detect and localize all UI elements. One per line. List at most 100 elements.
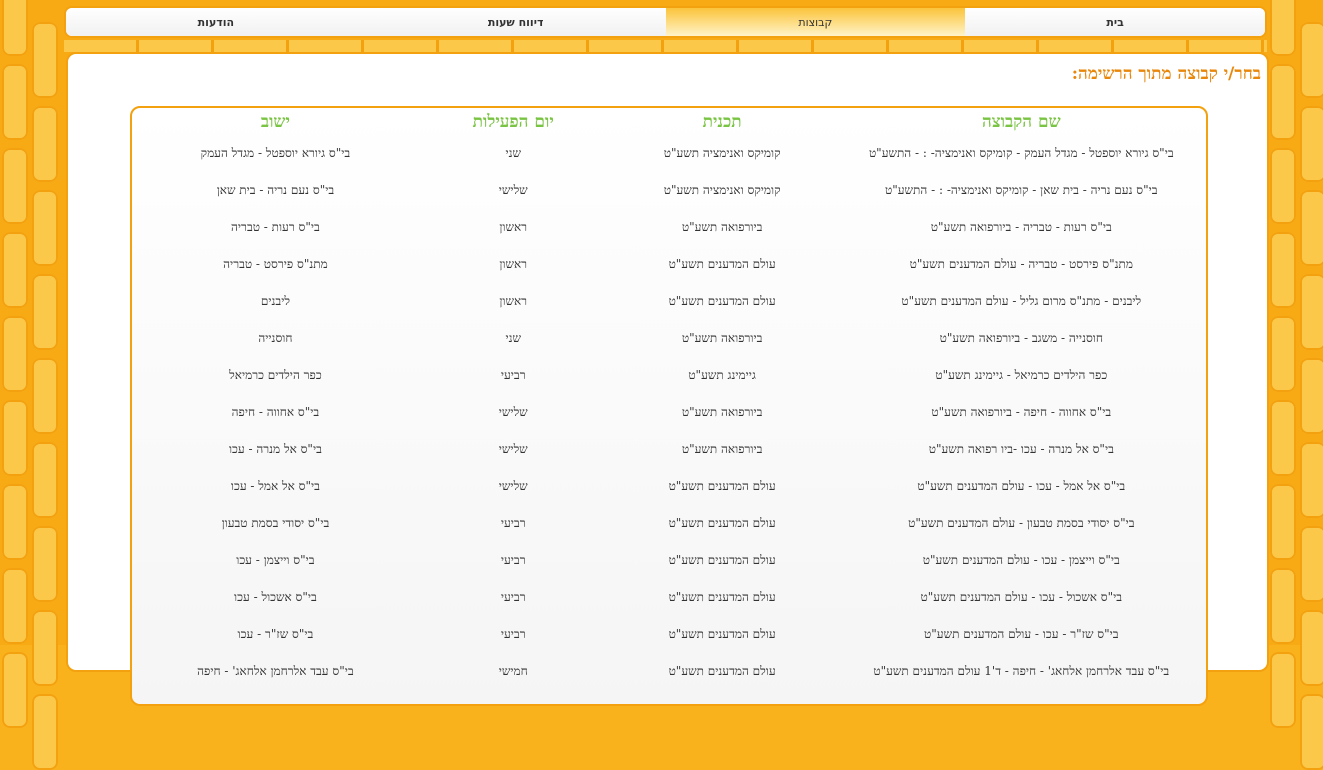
background-tile — [1300, 358, 1323, 434]
table-row[interactable]: בי"ס אשכול - עכו - עולם המדענים תשע"ט עול… — [132, 579, 1206, 616]
table-row[interactable]: בי"ס וייצמן - עכו - עולם המדענים תשע"ט עו… — [132, 542, 1206, 579]
background-tile — [1270, 652, 1296, 728]
cell-locality: בי"ס וייצמן - עכו — [236, 553, 315, 567]
cell-locality: מתנ"ס פירסט - טבריה — [223, 257, 328, 271]
background-tile — [1300, 190, 1323, 266]
background-tile — [1300, 610, 1323, 686]
cell-locality: בי"ס יסודי בסמת טבעון — [221, 516, 330, 530]
table-row[interactable]: בי"ס עבד אלרחמן אלחאג' - חיפה - ד'1 עולם… — [132, 653, 1206, 690]
cell-locality: בי"ס נעם נריה - בית שאן — [216, 183, 335, 197]
cell-locality: ליבנים — [260, 294, 290, 308]
cell-activity-day: שני — [505, 331, 521, 345]
cell-locality: בי"ס גיורא יוספטל - מגדל העמק — [200, 146, 351, 160]
table-row[interactable]: בי"ס אחווה - חיפה - ביורפואה תשע"ט ביורפו… — [132, 394, 1206, 431]
background-tile — [1270, 232, 1296, 308]
background-tile — [2, 232, 28, 308]
table-row[interactable]: בי"ס אל מנרה - עכו -ביו רפואה תשע"ט ביורפ… — [132, 431, 1206, 468]
cell-activity-day: חמישי — [498, 664, 528, 678]
table-row[interactable]: בי"ס רעות - טבריה - ביורפואה תשע"ט ביורפו… — [132, 209, 1206, 246]
table-row[interactable]: בי"ס אל אמל - עכו - עולם המדענים תשע"ט עו… — [132, 468, 1206, 505]
table-row[interactable]: מתנ"ס פירסט - טבריה - עולם המדענים תשע"ט… — [132, 246, 1206, 283]
background-tile — [1300, 442, 1323, 518]
cell-activity-day: שלישי — [498, 442, 528, 456]
table-row[interactable]: ליבנים - מתנ"ס מרום גליל - עולם המדענים … — [132, 283, 1206, 320]
cell-group-name: בי"ס שז"ר - עכו - עולם המדענים תשע"ט — [924, 627, 1119, 641]
cell-program: ביורפואה תשע"ט — [681, 220, 763, 234]
cell-activity-day: רביעי — [500, 590, 526, 604]
tab-home[interactable]: בית — [965, 8, 1265, 36]
top-navigation: בית קבוצות דיווח שעות הודעות — [64, 6, 1267, 38]
nav-decor-strip — [64, 40, 1267, 52]
background-tile — [1300, 694, 1323, 770]
background-tile — [1270, 64, 1296, 140]
background-tile — [2, 652, 28, 728]
cell-group-name: בי"ס נעם נריה - בית שאן - קומיקס ואנימצי… — [885, 183, 1158, 197]
cell-program: גיימינג תשע"ט — [688, 368, 756, 382]
groups-table-container: שם הקבוצה תכנית יום הפעילות ישוב בי"ס גי… — [130, 106, 1208, 706]
cell-activity-day: רביעי — [500, 553, 526, 567]
tab-groups[interactable]: קבוצות — [665, 8, 966, 36]
table-row[interactable]: חוסנייה - משגב - ביורפואה תשע"ט ביורפואה … — [132, 320, 1206, 357]
cell-activity-day: שני — [505, 146, 521, 160]
cell-program: ביורפואה תשע"ט — [681, 331, 763, 345]
background-tile — [32, 442, 58, 518]
cell-group-name: בי"ס עבד אלרחמן אלחאג' - חיפה - ד'1 עולם… — [873, 664, 1170, 678]
tab-hours-report[interactable]: דיווח שעות — [365, 8, 666, 36]
cell-group-name: חוסנייה - משגב - ביורפואה תשע"ט — [939, 331, 1103, 345]
background-tile — [1300, 22, 1323, 98]
table-row[interactable]: בי"ס גיורא יוספטל - מגדל העמק - קומיקס ו… — [132, 135, 1206, 172]
page-title: בחר/י קבוצה מתוך הרשימה: — [1071, 64, 1261, 84]
table-row[interactable]: בי"ס שז"ר - עכו - עולם המדענים תשע"ט עולם… — [132, 616, 1206, 653]
background-tile — [1270, 484, 1296, 560]
cell-group-name: בי"ס רעות - טבריה - ביורפואה תשע"ט — [930, 220, 1112, 234]
cell-locality: כפר הילדים כרמיאל — [229, 368, 322, 382]
background-tile — [1300, 274, 1323, 350]
cell-program: עולם המדענים תשע"ט — [668, 257, 776, 271]
background-tile — [2, 316, 28, 392]
cell-locality: בי"ס עבד אלרחמן אלחאג' - חיפה — [197, 664, 354, 678]
cell-group-name: בי"ס יסודי בסמת טבעון - עולם המדענים תשע… — [908, 516, 1135, 530]
cell-locality: חוסנייה — [258, 331, 293, 345]
cell-activity-day: רביעי — [500, 627, 526, 641]
cell-program: קומיקס ואנימציה תשע"ט — [663, 183, 781, 197]
cell-program: קומיקס ואנימציה תשע"ט — [663, 146, 781, 160]
cell-group-name: מתנ"ס פירסט - טבריה - עולם המדענים תשע"ט — [909, 257, 1133, 271]
cell-group-name: בי"ס גיורא יוספטל - מגדל העמק - קומיקס ו… — [868, 146, 1174, 160]
header-group-name: שם הקבוצה — [981, 112, 1061, 132]
background-tile — [1270, 400, 1296, 476]
cell-activity-day: ראשון — [499, 257, 528, 271]
background-tile — [1300, 526, 1323, 602]
cell-activity-day: שלישי — [498, 479, 528, 493]
background-tile — [32, 22, 58, 98]
cell-activity-day: שלישי — [498, 183, 528, 197]
background-tile — [2, 568, 28, 644]
cell-activity-day: רביעי — [500, 516, 526, 530]
cell-program: עולם המדענים תשע"ט — [668, 553, 776, 567]
cell-group-name: כפר הילדים כרמיאל - גיימינג תשע"ט — [935, 368, 1108, 382]
background-tile — [32, 358, 58, 434]
cell-activity-day: שלישי — [498, 405, 528, 419]
tab-messages[interactable]: הודעות — [66, 8, 366, 36]
table-row[interactable]: כפר הילדים כרמיאל - גיימינג תשע"ט גיימינג… — [132, 357, 1206, 394]
header-program: תכנית — [702, 112, 742, 132]
background-tile — [2, 0, 28, 56]
background-tile — [1270, 148, 1296, 224]
cell-activity-day: רביעי — [500, 368, 526, 382]
table-row[interactable]: בי"ס נעם נריה - בית שאן - קומיקס ואנימצי… — [132, 172, 1206, 209]
main-panel: בחר/י קבוצה מתוך הרשימה: שם הקבוצה תכנית… — [66, 52, 1269, 706]
cell-group-name: בי"ס אחווה - חיפה - ביורפואה תשע"ט — [931, 405, 1112, 419]
cell-program: ביורפואה תשע"ט — [681, 442, 763, 456]
background-tile — [32, 694, 58, 770]
cell-program: עולם המדענים תשע"ט — [668, 516, 776, 530]
cell-program: עולם המדענים תשע"ט — [668, 627, 776, 641]
cell-program: עולם המדענים תשע"ט — [668, 664, 776, 678]
background-tile — [2, 64, 28, 140]
cell-locality: בי"ס אל אמל - עכו — [230, 479, 320, 493]
header-locality: ישוב — [260, 112, 290, 132]
table-row[interactable]: בי"ס יסודי בסמת טבעון - עולם המדענים תשע… — [132, 505, 1206, 542]
cell-activity-day: ראשון — [499, 220, 528, 234]
cell-activity-day: ראשון — [499, 294, 528, 308]
background-tile — [1270, 316, 1296, 392]
background-tile — [32, 190, 58, 266]
cell-locality: בי"ס אל מנרה - עכו — [228, 442, 322, 456]
